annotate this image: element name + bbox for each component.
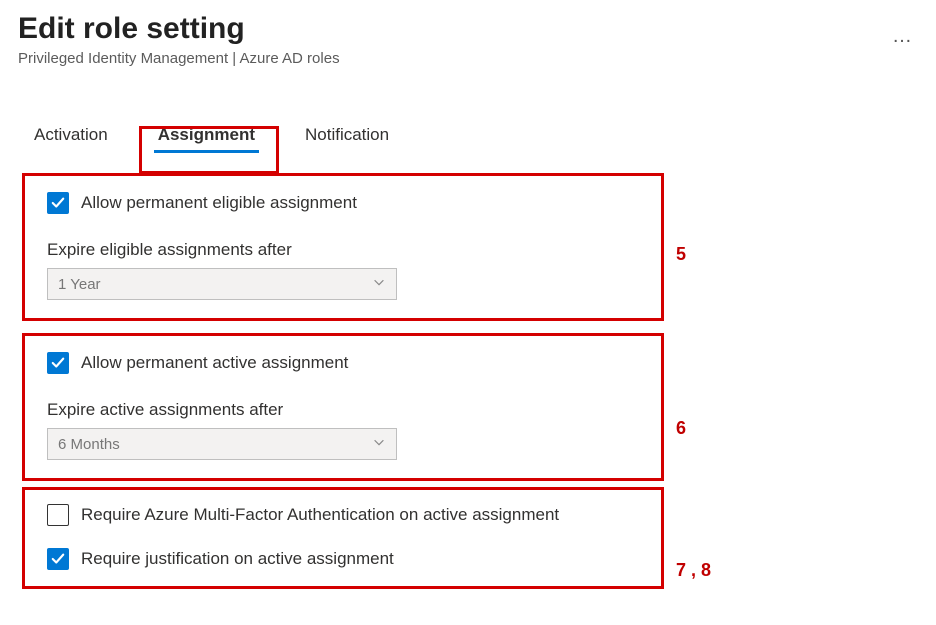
label-require-mfa: Require Azure Multi-Factor Authenticatio…: [81, 505, 559, 525]
dropdown-expire-active[interactable]: 6 Months: [47, 428, 397, 460]
page-subtitle: Privileged Identity Management | Azure A…: [18, 50, 340, 67]
section-eligible: Allow permanent eligible assignment Expi…: [22, 173, 664, 321]
label-allow-eligible: Allow permanent eligible assignment: [81, 193, 357, 213]
checkmark-icon: [51, 196, 65, 210]
dropdown-expire-eligible-value: 1 Year: [58, 276, 101, 293]
tab-notification[interactable]: Notification: [295, 119, 399, 153]
annotation-6: 6: [676, 418, 686, 439]
annotation-box-tab: [139, 126, 279, 174]
section-active: Allow permanent active assignment Expire…: [22, 333, 664, 481]
tab-activation[interactable]: Activation: [24, 119, 118, 153]
label-require-justification: Require justification on active assignme…: [81, 549, 394, 569]
label-allow-active: Allow permanent active assignment: [81, 353, 348, 373]
label-expire-eligible: Expire eligible assignments after: [47, 240, 639, 260]
section-require: Require Azure Multi-Factor Authenticatio…: [22, 487, 664, 589]
checkmark-icon: [51, 356, 65, 370]
checkbox-allow-eligible[interactable]: [47, 192, 69, 214]
page-title: Edit role setting: [18, 12, 340, 46]
chevron-down-icon: [372, 435, 386, 453]
label-expire-active: Expire active assignments after: [47, 400, 639, 420]
annotation-7-8: 7 , 8: [676, 560, 711, 581]
checkbox-allow-active[interactable]: [47, 352, 69, 374]
dropdown-expire-active-value: 6 Months: [58, 436, 120, 453]
more-button[interactable]: …: [888, 24, 918, 48]
checkmark-icon: [51, 552, 65, 566]
chevron-down-icon: [372, 275, 386, 293]
checkbox-require-justification[interactable]: [47, 548, 69, 570]
dropdown-expire-eligible[interactable]: 1 Year: [47, 268, 397, 300]
checkbox-require-mfa[interactable]: [47, 504, 69, 526]
annotation-5: 5: [676, 244, 686, 265]
